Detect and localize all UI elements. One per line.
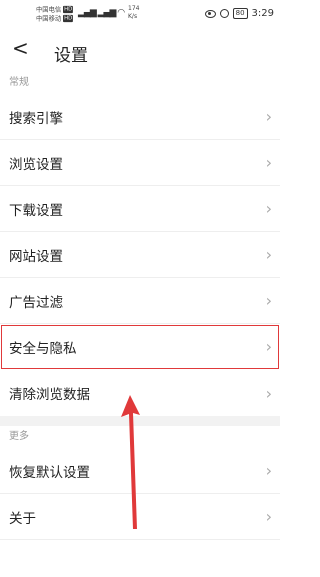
hd-badge-1: HD <box>63 5 74 14</box>
settings-item-browse[interactable]: 浏览设置 › <box>0 140 280 186</box>
eye-icon <box>204 9 216 18</box>
speed-unit: K/s <box>128 13 138 20</box>
item-label: 清除浏览数据 <box>9 387 90 403</box>
item-label: 安全与隐私 <box>9 340 77 357</box>
back-arrow-icon[interactable]: < <box>12 36 29 60</box>
chevron-right-icon: › <box>265 199 272 218</box>
hd-badge-2: HD <box>63 14 74 23</box>
settings-item-site[interactable]: 网站设置 › <box>0 232 280 278</box>
status-right: 80 3:29 <box>204 8 274 19</box>
clock-time: 3:29 <box>251 8 274 19</box>
settings-item-download[interactable]: 下载设置 › <box>0 186 280 232</box>
settings-item-search-engine[interactable]: 搜索引擎 › <box>0 94 280 140</box>
item-label: 搜索引擎 <box>9 110 63 127</box>
battery-icon: 80 <box>232 8 248 19</box>
chevron-right-icon: › <box>265 383 272 403</box>
section-separator <box>0 416 280 426</box>
header: < 设置 <box>0 32 280 72</box>
settings-item-security-privacy[interactable]: 安全与隐私 › <box>0 324 280 370</box>
chevron-right-icon: › <box>265 461 272 480</box>
item-label: 恢复默认设置 <box>9 464 90 481</box>
settings-item-restore-defaults[interactable]: 恢复默认设置 › <box>0 448 280 494</box>
chevron-right-icon: › <box>265 107 272 126</box>
status-bar: 中国电信 HD 中国移动 HD ▂▄▆ ▂▄▆ ◠ 174 K/s 80 3:2… <box>0 0 280 32</box>
item-label: 关于 <box>9 510 36 527</box>
chevron-right-icon: › <box>265 245 272 264</box>
section-general-label: 常规 <box>9 77 29 88</box>
item-label: 广告过滤 <box>9 294 63 311</box>
item-label: 下载设置 <box>9 202 63 219</box>
section-more-label: 更多 <box>9 431 29 442</box>
settings-item-about[interactable]: 关于 › <box>0 494 280 540</box>
network-speed: 174 K/s <box>128 5 139 21</box>
item-label: 网站设置 <box>9 248 63 265</box>
item-label: 浏览设置 <box>9 156 63 173</box>
chevron-right-icon: › <box>265 337 272 356</box>
carrier-info: 中国电信 HD 中国移动 HD <box>36 5 74 23</box>
carrier-1: 中国电信 <box>36 5 62 14</box>
settings-item-clear-data[interactable]: 清除浏览数据 › <box>0 370 280 416</box>
page-title: 设置 <box>54 46 88 66</box>
settings-item-ad-filter[interactable]: 广告过滤 › <box>0 278 280 324</box>
alarm-icon <box>219 9 229 18</box>
chevron-right-icon: › <box>265 291 272 310</box>
carrier-2: 中国移动 <box>36 14 62 23</box>
signal-icon: ▂▄▆ ▂▄▆ ◠ <box>78 8 125 18</box>
chevron-right-icon: › <box>265 507 272 526</box>
chevron-right-icon: › <box>265 153 272 172</box>
speed-value: 174 <box>128 5 140 12</box>
